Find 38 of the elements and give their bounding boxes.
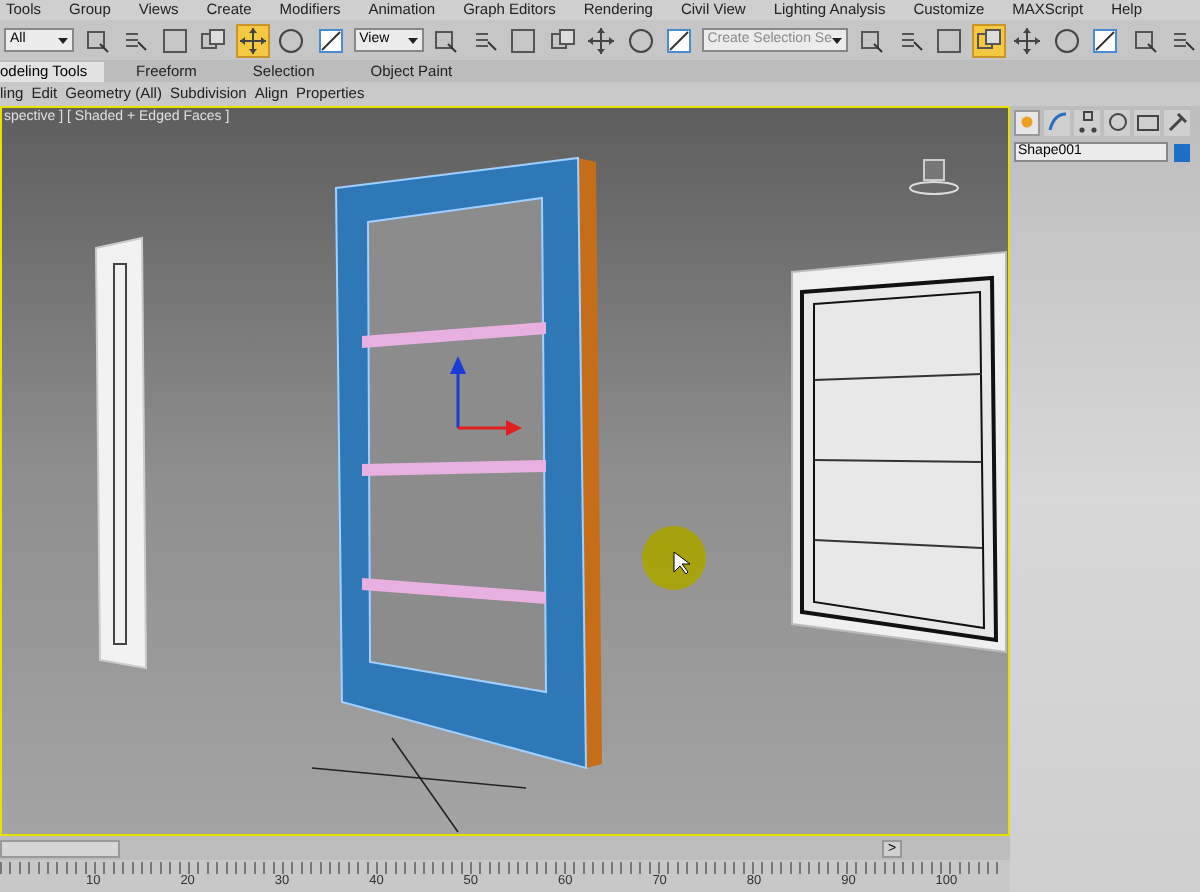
curve-icon [1045, 110, 1069, 134]
overlap-squares-icon [547, 25, 578, 55]
command-panel-tab[interactable] [1134, 109, 1160, 135]
overlap-squares-icon [198, 25, 229, 55]
toolbar-button[interactable] [932, 23, 966, 57]
toolbar-button[interactable] [507, 23, 540, 57]
viewcube-icon[interactable] [909, 159, 959, 195]
command-panel-tab[interactable] [1074, 109, 1100, 135]
caret-icon [832, 37, 843, 43]
select-icon [856, 25, 887, 55]
command-panel-tab[interactable] [1104, 109, 1130, 135]
cursor-highlight-icon [642, 526, 706, 590]
object-color-swatch[interactable] [1174, 143, 1190, 161]
move-icon [586, 25, 617, 55]
caret-icon [58, 37, 69, 43]
select-icon [430, 25, 461, 55]
time-slider-thumb[interactable] [0, 839, 120, 857]
toolbar-button[interactable] [1011, 23, 1045, 57]
circle-icon [1105, 110, 1129, 134]
select-icon [81, 25, 112, 55]
square-icon [934, 25, 965, 55]
hammer-icon [1165, 110, 1189, 134]
move-icon [1012, 25, 1043, 55]
square-icon [159, 25, 190, 55]
caret-icon [407, 37, 418, 43]
toolbar-button[interactable] [235, 23, 270, 57]
transform-gizmo-icon[interactable] [450, 356, 522, 436]
hierarchy-icon [1075, 110, 1099, 134]
command-panel-tab[interactable] [1044, 109, 1070, 135]
overlap-squares-icon [973, 25, 1004, 55]
toolbar-button[interactable] [584, 23, 618, 57]
square-icon [508, 25, 539, 55]
select-icon [1129, 25, 1160, 55]
display-icon [1135, 110, 1159, 134]
toolbar-button[interactable] [157, 23, 191, 57]
move-icon [237, 25, 268, 55]
command-panel-tab[interactable] [1164, 109, 1190, 135]
toolbar-button[interactable] [971, 23, 1006, 57]
